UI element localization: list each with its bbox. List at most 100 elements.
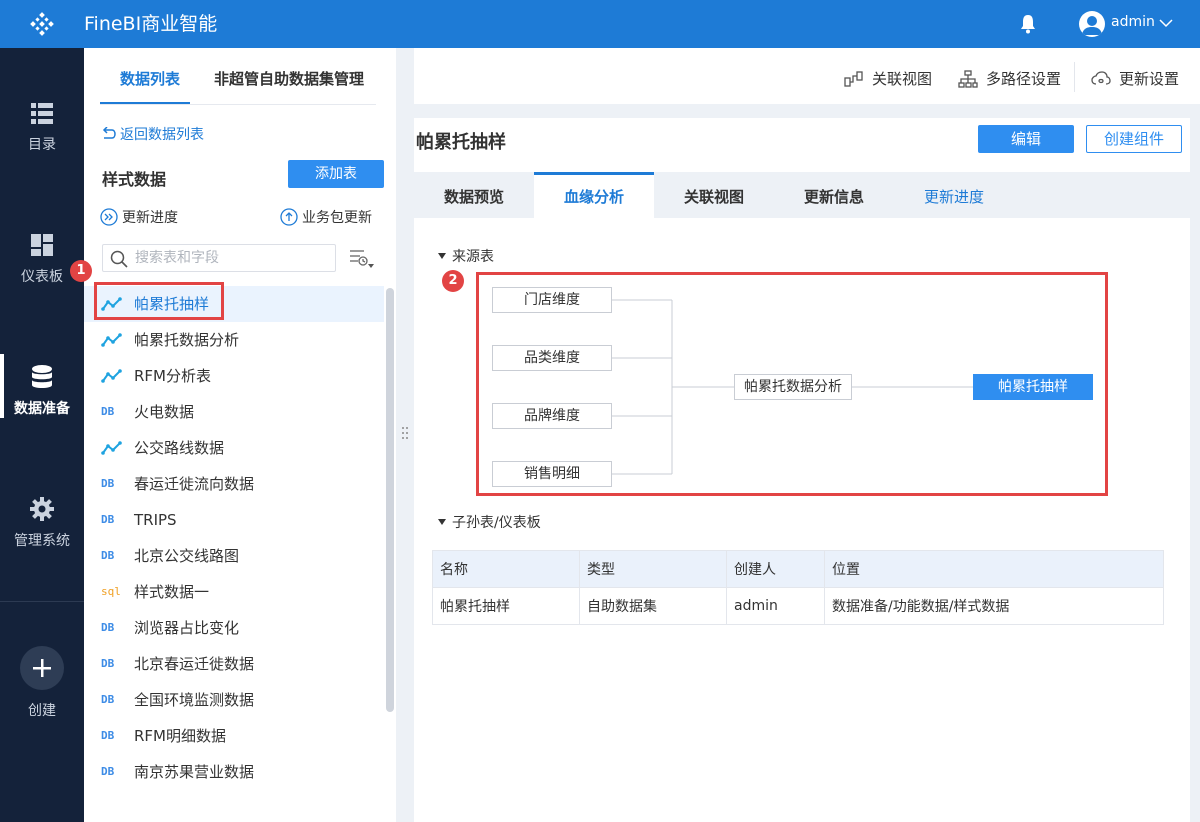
list-icon: [31, 103, 53, 124]
tab-lineage-analysis[interactable]: 血缘分析: [534, 172, 654, 218]
panel-splitter[interactable]: [396, 48, 414, 822]
multipath-settings-action[interactable]: 多路径设置: [958, 68, 1061, 89]
package-update-action[interactable]: 业务包更新: [280, 207, 372, 227]
list-item-label: 春运迁徙流向数据: [134, 475, 255, 493]
child-section-toggle[interactable]: 子孙表/仪表板: [438, 512, 541, 532]
sql-icon: sql: [101, 585, 121, 598]
list-item-label: 北京春运迁徙数据: [134, 655, 255, 673]
update-progress-label: 更新进度: [122, 210, 178, 226]
relation-view-action[interactable]: 关联视图: [844, 68, 932, 89]
list-item[interactable]: DB 北京春运迁徙数据: [84, 646, 384, 682]
nav-item-data-prep[interactable]: 数据准备: [0, 350, 84, 430]
diamond-logo-icon[interactable]: [30, 12, 54, 36]
update-progress-action[interactable]: 更新进度: [100, 207, 178, 227]
filter-sort-icon[interactable]: [348, 247, 374, 271]
db-icon: DB: [101, 405, 115, 418]
user-icon: [1082, 16, 1102, 35]
callout-badge-1: 1: [70, 260, 92, 282]
upload-refresh-icon: [280, 208, 298, 226]
column-header: 创建人: [726, 550, 825, 588]
list-item-label: 浏览器占比变化: [134, 619, 240, 637]
search-input[interactable]: [135, 248, 331, 268]
highlight-box-selected-item: [94, 282, 224, 320]
multipath-settings-label: 多路径设置: [986, 70, 1062, 88]
create-button[interactable]: [20, 646, 64, 690]
back-to-list-link[interactable]: 返回数据列表: [100, 124, 204, 144]
list-item[interactable]: DB RFM明细数据: [84, 718, 384, 754]
list-item-label: 火电数据: [134, 403, 195, 421]
package-update-label: 业务包更新: [302, 210, 372, 226]
db-icon: DB: [101, 657, 115, 670]
table-detail: 帕累托抽样 编辑 创建组件 数据预览 血缘分析 关联视图 更新信息 更新进度 来…: [414, 118, 1190, 822]
list-item[interactable]: 公交路线数据: [84, 430, 384, 466]
toolbar: 关联视图 多路径设置 更新设置: [414, 48, 1200, 104]
search-box: [102, 244, 336, 272]
list-item-label: 全国环境监测数据: [134, 691, 255, 709]
child-section-label: 子孙表/仪表板: [452, 515, 541, 531]
source-table-section-toggle[interactable]: 来源表: [438, 246, 494, 266]
list-item[interactable]: DB 全国环境监测数据: [84, 682, 384, 718]
tab-data-preview[interactable]: 数据预览: [414, 172, 534, 218]
add-table-button[interactable]: 添加表: [288, 160, 384, 188]
package-title: 样式数据: [102, 170, 167, 189]
chevron-down-icon[interactable]: [1159, 17, 1173, 29]
plus-icon: [33, 659, 51, 677]
content-edge: [1190, 104, 1200, 822]
db-icon: DB: [101, 477, 115, 490]
table-cell: admin: [726, 587, 825, 625]
tab-self-dataset-management[interactable]: 非超管自助数据集管理: [214, 68, 364, 89]
db-icon: DB: [101, 693, 115, 706]
tab-update-progress[interactable]: 更新进度: [894, 172, 1014, 218]
list-item-label: 南京苏果营业数据: [134, 763, 255, 781]
database-icon: [32, 365, 52, 388]
data-list-panel: 数据列表 非超管自助数据集管理 返回数据列表 样式数据 添加表 更新进度 业务包…: [70, 48, 396, 822]
self-dataset-icon: [101, 441, 122, 455]
gear-icon: [30, 497, 54, 521]
list-item[interactable]: RFM分析表: [84, 358, 384, 394]
list-item[interactable]: DB 南京苏果营业数据: [84, 754, 384, 790]
list-item[interactable]: DB 北京公交线路图: [84, 538, 384, 574]
self-dataset-icon: [101, 333, 122, 347]
hierarchy-icon: [958, 70, 978, 88]
content-gap: [396, 104, 1200, 118]
tab-data-list[interactable]: 数据列表: [120, 68, 180, 89]
nav-item-management[interactable]: 管理系统: [0, 482, 84, 562]
dashboard-icon: [31, 234, 53, 256]
search-icon: [110, 250, 128, 268]
tab-relation-view[interactable]: 关联视图: [654, 172, 774, 218]
tab-divider: [100, 104, 376, 105]
back-arrow-icon: [102, 127, 116, 139]
self-dataset-icon: [101, 369, 122, 383]
list-item[interactable]: 帕累托数据分析: [84, 322, 384, 358]
db-icon: DB: [101, 621, 115, 634]
create-component-button[interactable]: 创建组件: [1086, 125, 1182, 153]
table-row[interactable]: 帕累托抽样 自助数据集 admin 数据准备/功能数据/样式数据: [432, 587, 1164, 625]
list-scrollbar[interactable]: [386, 288, 394, 712]
drag-handle-icon: [402, 427, 408, 439]
column-header: 位置: [824, 550, 1164, 588]
relation-view-label: 关联视图: [872, 70, 933, 88]
db-icon: DB: [101, 513, 115, 526]
edit-button[interactable]: 编辑: [978, 125, 1074, 153]
top-bar: FineBI商业智能 admin: [0, 0, 1200, 48]
list-item[interactable]: sql 样式数据一: [84, 574, 384, 610]
tab-update-info[interactable]: 更新信息: [774, 172, 894, 218]
table-cell: 数据准备/功能数据/样式数据: [824, 587, 1164, 625]
user-avatar[interactable]: [1079, 11, 1105, 37]
list-item[interactable]: DB 火电数据: [84, 394, 384, 430]
table-header-row: 名称 类型 创建人 位置: [432, 550, 1164, 588]
list-item-label: 样式数据一: [134, 583, 210, 601]
user-name[interactable]: admin: [1111, 14, 1155, 30]
list-item[interactable]: DB 浏览器占比变化: [84, 610, 384, 646]
nav-item-dashboard[interactable]: 仪表板: [0, 218, 84, 298]
source-section-label: 来源表: [452, 249, 494, 265]
db-icon: DB: [101, 729, 115, 742]
nav-label: 管理系统: [14, 533, 70, 549]
left-nav: 目录 仪表板 数据准备 管理系统 创建: [0, 48, 84, 822]
update-settings-action[interactable]: 更新设置: [1091, 68, 1179, 89]
nav-item-catalog[interactable]: 目录: [0, 86, 84, 166]
list-item[interactable]: DB 春运迁徙流向数据: [84, 466, 384, 502]
bell-icon[interactable]: [1019, 14, 1037, 34]
nav-label: 数据准备: [14, 401, 70, 417]
list-item[interactable]: DB TRIPS: [84, 502, 384, 538]
